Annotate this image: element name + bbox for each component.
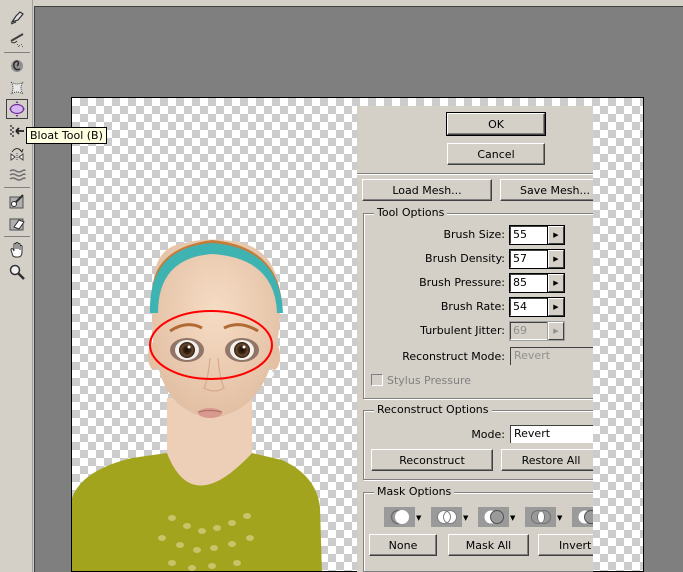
- toolbar-separator: [4, 236, 30, 237]
- brush-density-label: Brush Density:: [425, 252, 505, 265]
- mode-select[interactable]: Revert: [510, 425, 593, 443]
- save-mesh-button[interactable]: Save Mesh...: [500, 179, 593, 201]
- reconstruct-tool[interactable]: [6, 30, 28, 50]
- brush-rate-field[interactable]: 54: [509, 297, 549, 317]
- magnifier-icon: [9, 264, 25, 280]
- tool-options-title: Tool Options: [374, 206, 448, 219]
- mask-intersect-button[interactable]: [525, 507, 556, 527]
- brush-rate-slider-button[interactable]: ▶: [547, 297, 565, 317]
- load-mesh-button[interactable]: Load Mesh...: [362, 179, 492, 201]
- brush-reconstruct-icon: [10, 33, 24, 47]
- turbulent-jitter-field: 69: [509, 321, 549, 341]
- mirror-tool[interactable]: [6, 143, 28, 163]
- finger-push-icon: [10, 11, 24, 25]
- turbulent-jitter-slider-button: ▶: [547, 321, 565, 341]
- reconstruct-mode-select: Revert: [510, 347, 593, 365]
- toolbar-separator: [4, 187, 30, 188]
- push-left-icon: [10, 125, 24, 137]
- brush-size-slider-button[interactable]: ▶: [547, 225, 565, 245]
- twirl-icon: [11, 60, 23, 72]
- freeze-mask-icon: [9, 194, 24, 209]
- brush-size-label: Brush Size:: [443, 228, 505, 241]
- brush-rate-label: Brush Rate:: [440, 300, 505, 313]
- twirl-clockwise-tool[interactable]: [6, 56, 28, 76]
- bloat-tool[interactable]: [6, 99, 28, 119]
- mask-replace-icon: [390, 509, 409, 525]
- mode-label: Mode:: [471, 428, 505, 441]
- reconstruct-mode-label: Reconstruct Mode:: [402, 350, 505, 363]
- liquify-options-panel: OK Cancel Load Mesh... Save Mesh... Tool…: [357, 106, 593, 572]
- mask-options-group: Mask Options: [363, 485, 593, 572]
- mask-add-icon: [436, 510, 457, 524]
- pucker-icon: [10, 81, 24, 95]
- turbulence-icon: [9, 169, 26, 181]
- chevron-down-icon[interactable]: ▼: [463, 514, 468, 522]
- chevron-down-icon[interactable]: ▼: [510, 514, 515, 522]
- forward-warp-tool[interactable]: [6, 7, 28, 27]
- divider: [357, 173, 593, 175]
- brush-pressure-slider-button[interactable]: ▶: [547, 273, 565, 293]
- brush-density-field[interactable]: 57: [509, 249, 549, 269]
- mirror-icon: [10, 148, 24, 161]
- invert-all-button[interactable]: Invert All: [538, 534, 593, 556]
- mask-options-title: Mask Options: [374, 485, 455, 498]
- right-eye: [225, 338, 259, 362]
- liquify-toolbar: [0, 0, 33, 572]
- thaw-mask-tool[interactable]: [6, 213, 28, 233]
- pucker-tool[interactable]: [6, 78, 28, 98]
- mask-invert-button[interactable]: [572, 507, 593, 527]
- brush-density-slider-button[interactable]: ▶: [547, 249, 565, 269]
- brush-size-field[interactable]: 55: [509, 225, 549, 245]
- mask-invert-icon: [578, 510, 593, 524]
- left-eye: [170, 338, 204, 362]
- toolbar-separator: [4, 52, 30, 53]
- bloat-tool-tooltip: Bloat Tool (B): [26, 127, 107, 144]
- mask-subtract-icon: [484, 510, 504, 524]
- bloat-icon: [9, 101, 25, 117]
- mask-intersect-icon: [530, 510, 551, 524]
- ok-button[interactable]: OK: [446, 112, 546, 136]
- brush-pressure-label: Brush Pressure:: [419, 276, 505, 289]
- zoom-tool[interactable]: [6, 262, 28, 282]
- push-left-tool[interactable]: [6, 121, 28, 141]
- chevron-down-icon[interactable]: ▼: [557, 514, 562, 522]
- mask-add-button[interactable]: [431, 507, 462, 527]
- mask-none-button[interactable]: None: [369, 534, 437, 556]
- stylus-pressure-checkbox[interactable]: [371, 374, 383, 386]
- reconstruct-options-title: Reconstruct Options: [374, 403, 492, 416]
- turbulent-jitter-label: Turbulent Jitter:: [420, 324, 505, 337]
- hand-icon: [10, 242, 23, 258]
- cancel-button[interactable]: Cancel: [447, 143, 545, 165]
- mask-subtract-button[interactable]: [478, 507, 509, 527]
- hand-tool[interactable]: [6, 240, 28, 260]
- chevron-down-icon[interactable]: ▼: [416, 514, 421, 522]
- restore-all-button[interactable]: Restore All: [501, 449, 593, 471]
- mask-replace-button[interactable]: [384, 507, 415, 527]
- thaw-mask-icon: [9, 218, 25, 231]
- turbulence-tool[interactable]: [6, 165, 28, 185]
- reconstruct-button[interactable]: Reconstruct: [371, 449, 493, 471]
- freeze-mask-tool[interactable]: [6, 191, 28, 211]
- stylus-pressure-label: Stylus Pressure: [387, 374, 472, 387]
- mask-all-button[interactable]: Mask All: [448, 534, 529, 556]
- brush-pressure-field[interactable]: 85: [509, 273, 549, 293]
